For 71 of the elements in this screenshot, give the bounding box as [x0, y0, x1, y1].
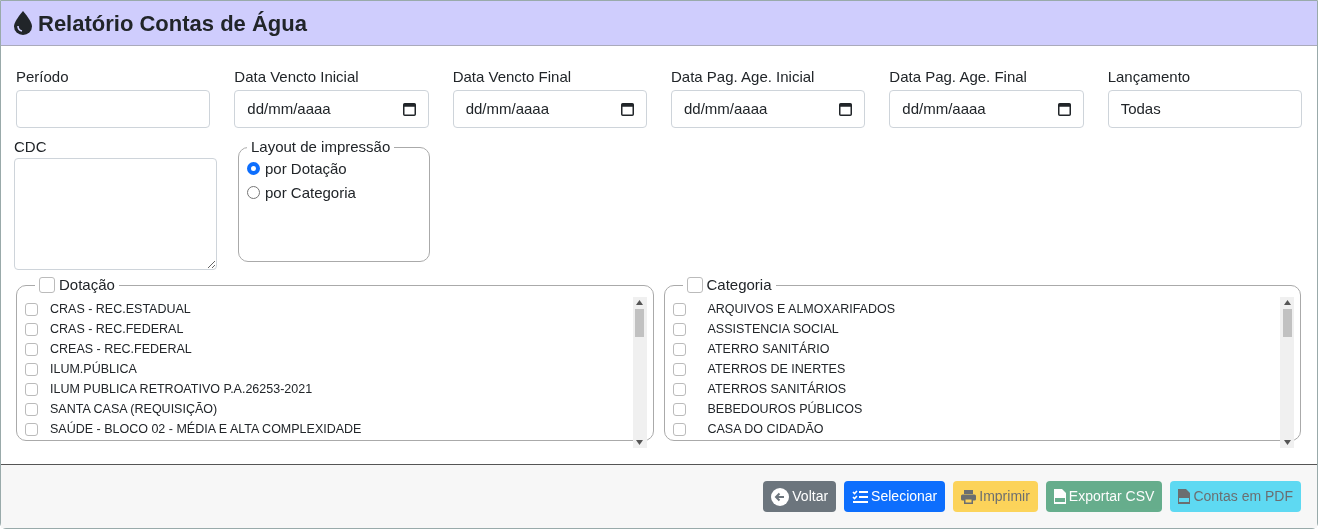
checkbox[interactable] — [672, 423, 686, 436]
checklist-icon — [852, 489, 869, 504]
radio-button[interactable] — [247, 186, 260, 199]
calendar-icon — [839, 102, 853, 116]
checkbox[interactable] — [25, 383, 38, 396]
field-label: Data Pag. Age. Final — [889, 67, 1028, 87]
scroll-down-arrow-icon[interactable] — [636, 439, 643, 445]
select-button[interactable]: Selecionar — [844, 481, 946, 512]
list-item-label: SAÚDE - BLOCO 02 - MÉDIA E ALTA COMPLEXIDADE — [50, 420, 362, 439]
checkbox[interactable] — [25, 403, 38, 416]
scroll-up-arrow-icon[interactable] — [1283, 299, 1291, 305]
checkbox[interactable] — [25, 423, 38, 436]
checkbox[interactable] — [39, 277, 55, 294]
field-label: CDC — [14, 137, 48, 157]
calendar-icon — [621, 102, 634, 116]
list-item-label: CRAS - REC.FEDERAL — [50, 321, 184, 339]
list-item-label: ILUM.PÚBLICA — [50, 360, 137, 379]
field-label: Data Vencto Final — [452, 67, 573, 87]
input-field[interactable]: Todas — [1107, 90, 1302, 128]
scrollbar-thumb[interactable] — [1282, 308, 1292, 337]
pdf-file-icon — [1178, 489, 1191, 504]
checkbox[interactable] — [686, 277, 703, 294]
list-item-label: ATERROS SANITÁRIOS — [707, 380, 847, 399]
cdc-textarea[interactable] — [14, 158, 217, 270]
scroll-up-arrow-icon[interactable] — [636, 299, 643, 305]
page-title: Relatório Contas de Água — [38, 9, 307, 38]
list-item-label: CASA DO CIDADÃO — [707, 421, 824, 439]
checkbox[interactable] — [25, 363, 38, 376]
date-field[interactable]: dd/mm/aaaa — [889, 90, 1084, 128]
list-item-label: BEBEDOUROS PÚBLICOS — [707, 400, 863, 419]
calendar-icon — [402, 102, 416, 116]
csv-file-icon — [1053, 489, 1066, 504]
date-field[interactable]: dd/mm/aaaa — [452, 90, 647, 128]
list-item-label: ASSISTENCIA SOCIAL — [707, 321, 839, 339]
back-button[interactable]: Voltar — [763, 481, 837, 512]
scrollbar-thumb[interactable] — [635, 308, 644, 337]
checkbox[interactable] — [672, 303, 686, 316]
list-item-label: ATERRO SANITÁRIO — [707, 340, 830, 359]
list-item-label: ARQUIVOS E ALMOXARIFADOS — [707, 301, 896, 319]
checkbox[interactable] — [25, 323, 38, 336]
field-label: Período — [16, 67, 70, 87]
checkbox[interactable] — [672, 383, 686, 396]
scrollbar[interactable] — [1280, 296, 1294, 448]
fieldset-legend: Layout de impressão — [247, 136, 395, 159]
checkbox[interactable] — [672, 363, 686, 376]
fieldset-legend: Categoria — [706, 274, 772, 297]
radio-label: por Categoria — [265, 182, 356, 203]
list-item-label: ATERROS DE INERTES — [707, 361, 846, 379]
checkbox[interactable] — [25, 343, 38, 356]
water-drop-icon — [14, 11, 32, 35]
radio-button[interactable] — [247, 162, 260, 175]
list-item-label: ILUM PUBLICA RETROATIVO P.A.26253-2021 — [50, 381, 313, 399]
scrollbar[interactable] — [632, 296, 647, 448]
field-label: Data Pag. Age. Inicial — [671, 67, 816, 87]
list-item-label: SANTA CASA (REQUISIÇÃO) — [50, 401, 218, 419]
input-field[interactable] — [16, 90, 211, 128]
radio-label: por Dotação — [265, 158, 347, 179]
list-item-label: CREAS - REC.FEDERAL — [50, 341, 192, 359]
field-label: Data Vencto Inicial — [234, 67, 360, 87]
scroll-down-arrow-icon[interactable] — [1283, 439, 1291, 445]
fieldset-legend: Dotação — [59, 274, 115, 297]
checkbox[interactable] — [25, 303, 38, 316]
checkbox[interactable] — [672, 403, 686, 416]
checkbox[interactable] — [672, 343, 686, 356]
calendar-icon — [1057, 102, 1071, 116]
list-item-label: CRAS - REC.ESTADUAL — [50, 301, 191, 319]
date-field[interactable]: dd/mm/aaaa — [234, 90, 429, 128]
date-field[interactable]: dd/mm/aaaa — [671, 90, 866, 128]
checkbox[interactable] — [672, 323, 686, 336]
printer-icon — [961, 489, 977, 504]
field-label: Lançamento — [1107, 67, 1192, 87]
